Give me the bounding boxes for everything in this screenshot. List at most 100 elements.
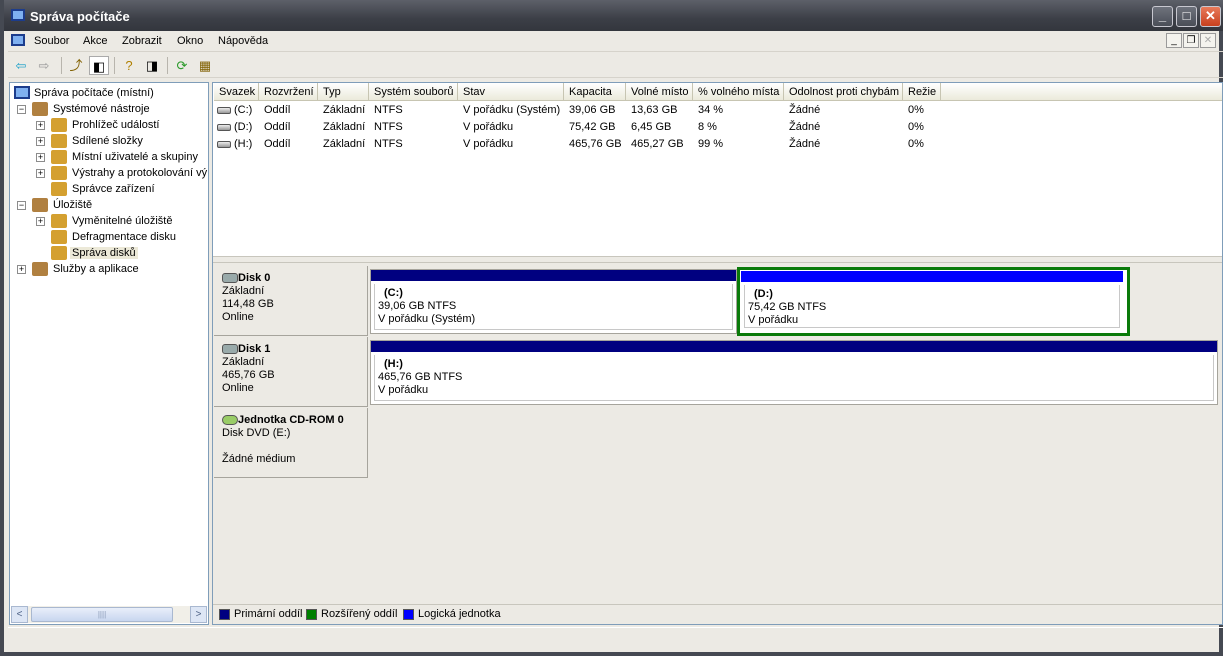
tree-item-label: Systémové nástroje bbox=[53, 103, 150, 115]
menu-soubor[interactable]: Soubor bbox=[34, 35, 69, 47]
disk-name: Disk 0 bbox=[238, 272, 271, 284]
child-minimize-button[interactable]: _ bbox=[1166, 33, 1182, 48]
properties-icon[interactable]: ▦ bbox=[195, 56, 215, 75]
expand-icon[interactable]: + bbox=[36, 169, 45, 178]
disk-status: Žádné médium bbox=[222, 453, 296, 465]
tree-item[interactable]: Defragmentace disku bbox=[51, 229, 178, 245]
help-icon[interactable]: ? bbox=[119, 56, 139, 75]
forward-arrow-icon[interactable]: ⇨ bbox=[34, 56, 54, 75]
child-restore-button[interactable]: ❐ bbox=[1183, 33, 1199, 48]
cell-text: Základní bbox=[323, 104, 366, 116]
details-pane: Svazek Rozvržení Typ Systém souborů Stav Kapa… bbox=[212, 82, 1223, 625]
scroll-thumb[interactable]: |||| bbox=[31, 607, 173, 622]
tree-root-label: Správa počítače (místní) bbox=[34, 87, 154, 99]
table-cell: 0% bbox=[908, 119, 924, 136]
column-header[interactable]: Stav bbox=[458, 83, 564, 101]
title-bar[interactable]: Správa počítače _ □ ✕ bbox=[4, 0, 1223, 31]
disk-type: Základní bbox=[222, 356, 265, 368]
column-header[interactable]: Volné místo bbox=[626, 83, 693, 101]
tree-node-icon bbox=[32, 102, 48, 116]
cell-text: Žádné bbox=[789, 138, 821, 150]
partition-h[interactable]: (H:) 465,76 GB NTFS V pořádku bbox=[370, 340, 1218, 405]
partition-c[interactable]: (C:) 39,06 GB NTFS V pořádku (Systém) bbox=[370, 269, 737, 334]
tree-node-icon bbox=[51, 166, 67, 180]
menu-akce[interactable]: Akce bbox=[83, 35, 107, 47]
tree-item[interactable]: Prohlížeč událostí bbox=[51, 117, 161, 133]
tree-item[interactable]: Místní uživatelé a skupiny bbox=[51, 149, 200, 165]
expand-icon[interactable]: + bbox=[36, 121, 45, 130]
column-header[interactable]: Systém souborů bbox=[369, 83, 458, 101]
expand-icon[interactable]: + bbox=[17, 265, 26, 274]
cell-text: V pořádku bbox=[463, 138, 514, 150]
column-header[interactable]: Typ bbox=[318, 83, 369, 101]
tree-item[interactable]: Vyměnitelné úložiště bbox=[51, 213, 174, 229]
up-folder-icon[interactable]: ⤴ bbox=[66, 56, 86, 75]
hard-disk-icon bbox=[222, 273, 238, 284]
partition-letter: (C:) bbox=[384, 287, 403, 299]
horizontal-scrollbar[interactable]: < |||| > bbox=[11, 606, 207, 623]
expand-icon[interactable]: + bbox=[36, 217, 45, 226]
collapse-icon[interactable]: − bbox=[17, 201, 26, 210]
column-header[interactable]: Svazek bbox=[214, 83, 259, 101]
logical-drive-bar bbox=[741, 271, 1123, 282]
tree-item[interactable]: Výstrahy a protokolování vý bbox=[51, 165, 209, 181]
pane-splitter[interactable] bbox=[213, 256, 1222, 263]
tree-item[interactable]: Systémové nástroje bbox=[32, 101, 152, 117]
menu-zobrazit[interactable]: Zobrazit bbox=[122, 35, 162, 47]
tree-item[interactable]: Služby a aplikace bbox=[32, 261, 141, 277]
partition-letter: (D:) bbox=[754, 288, 773, 300]
tree-item[interactable]: Správa disků bbox=[51, 245, 138, 261]
table-cell: (D:) bbox=[217, 119, 252, 136]
scroll-left-button[interactable]: < bbox=[11, 606, 28, 623]
disk-1-label[interactable]: Disk 1 Základní 465,76 GB Online bbox=[214, 337, 368, 407]
tree-item[interactable]: Správce zařízení bbox=[51, 181, 157, 197]
maximize-button[interactable]: □ bbox=[1176, 6, 1197, 27]
refresh-icon[interactable]: ⟳ bbox=[172, 56, 192, 75]
tree-root[interactable]: Správa počítače (místní) bbox=[14, 85, 154, 101]
close-button[interactable]: ✕ bbox=[1200, 6, 1221, 27]
scroll-right-button[interactable]: > bbox=[190, 606, 207, 623]
column-header[interactable]: Rozvržení bbox=[259, 83, 318, 101]
cell-text: (H:) bbox=[234, 138, 253, 150]
expand-icon[interactable]: + bbox=[36, 137, 45, 146]
partition-size: 465,76 GB NTFS bbox=[378, 371, 463, 383]
partition-d[interactable]: (D:) 75,42 GB NTFS V pořádku bbox=[741, 271, 1123, 331]
cell-text: NTFS bbox=[374, 121, 403, 133]
column-header[interactable]: % volného místa bbox=[693, 83, 784, 101]
menu-okno[interactable]: Okno bbox=[177, 35, 203, 47]
tree-node-icon bbox=[51, 134, 67, 148]
disk-0-label[interactable]: Disk 0 Základní 114,48 GB Online bbox=[214, 266, 368, 336]
expand-icon[interactable]: + bbox=[36, 153, 45, 162]
computer-icon[interactable] bbox=[11, 34, 25, 46]
disk-graphical-view: Disk 0 Základní 114,48 GB Online (C:) 39… bbox=[213, 264, 1222, 604]
table-cell: Oddíl bbox=[264, 136, 290, 153]
table-cell: V pořádku bbox=[463, 136, 513, 153]
tree-node-icon bbox=[51, 182, 67, 196]
extended-partition[interactable]: (D:) 75,42 GB NTFS V pořádku bbox=[737, 267, 1130, 336]
column-header[interactable]: Odolnost proti chybám bbox=[784, 83, 903, 101]
column-header[interactable]: Kapacita bbox=[564, 83, 626, 101]
tree-item[interactable]: Úložiště bbox=[32, 197, 94, 213]
cdrom-0-label[interactable]: Jednotka CD-ROM 0 Disk DVD (E:) Žádné mé… bbox=[214, 408, 368, 478]
table-cell: V pořádku bbox=[463, 119, 513, 136]
tree-item-label: Defragmentace disku bbox=[72, 231, 176, 243]
tree-item[interactable]: Sdílené složky bbox=[51, 133, 145, 149]
disk-type: Disk DVD (E:) bbox=[222, 427, 291, 439]
child-close-button[interactable]: ✕ bbox=[1200, 33, 1216, 48]
table-cell: 465,27 GB bbox=[631, 136, 684, 153]
action-pane-icon[interactable]: ◨ bbox=[142, 56, 162, 75]
table-cell: 0% bbox=[908, 136, 924, 153]
cell-text: (D:) bbox=[234, 121, 253, 133]
legend-swatch-extended bbox=[306, 609, 317, 620]
tree-node-icon bbox=[32, 198, 48, 212]
table-cell: 13,63 GB bbox=[631, 102, 677, 119]
minimize-button[interactable]: _ bbox=[1152, 6, 1173, 27]
collapse-icon[interactable]: − bbox=[17, 105, 26, 114]
tree-item-label: Služby a aplikace bbox=[53, 263, 139, 275]
menu-napoveda[interactable]: Nápověda bbox=[218, 35, 268, 47]
show-tree-icon[interactable]: ◧ bbox=[89, 56, 109, 75]
column-header[interactable]: Režie bbox=[903, 83, 941, 101]
tree-node-icon bbox=[51, 118, 67, 132]
legend-swatch-primary bbox=[219, 609, 230, 620]
back-arrow-icon[interactable]: ⇦ bbox=[11, 56, 31, 75]
